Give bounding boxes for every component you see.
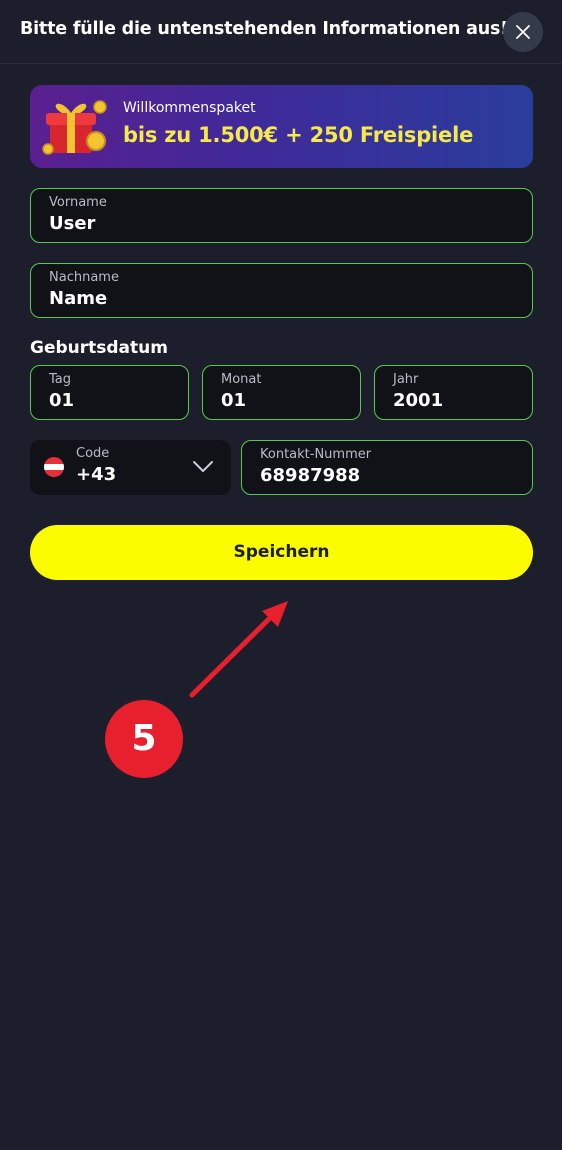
welcome-banner[interactable]: Willkommenspaket bis zu 1.500€ + 250 Fre… <box>30 85 533 168</box>
birth-month-value[interactable]: 01 <box>221 390 246 411</box>
phone-code-value: +43 <box>76 464 117 485</box>
last-name-field[interactable]: Nachname Name <box>30 263 533 318</box>
banner-offer: bis zu 1.500€ + 250 Freispiele <box>123 123 474 147</box>
header: Bitte fülle die untenstehenden Informati… <box>0 0 562 64</box>
birth-year-label: Jahr <box>393 372 419 387</box>
first-name-label: Vorname <box>49 195 107 210</box>
close-button[interactable] <box>503 12 543 52</box>
birth-year-field[interactable]: Jahr 2001 <box>374 365 533 420</box>
contact-number-value[interactable]: 68987988 <box>260 465 360 486</box>
austria-flag-icon <box>44 457 64 477</box>
birth-month-label: Monat <box>221 372 262 387</box>
page-title: Bitte fülle die untenstehenden Informati… <box>20 19 508 39</box>
last-name-value[interactable]: Name <box>49 288 107 309</box>
birth-day-field[interactable]: Tag 01 <box>30 365 189 420</box>
birth-year-value[interactable]: 2001 <box>393 390 443 411</box>
phone-code-label: Code <box>76 446 110 461</box>
first-name-field[interactable]: Vorname User <box>30 188 533 243</box>
gift-coins-icon <box>42 100 107 155</box>
save-button[interactable]: Speichern <box>30 525 533 580</box>
contact-number-field[interactable]: Kontakt-Nummer 68987988 <box>241 440 533 495</box>
first-name-value[interactable]: User <box>49 213 95 234</box>
banner-label: Willkommenspaket <box>123 100 256 116</box>
chevron-down-icon <box>193 461 213 472</box>
step-number-badge: 5 <box>105 700 183 778</box>
contact-number-label: Kontakt-Nummer <box>260 447 372 462</box>
birth-month-field[interactable]: Monat 01 <box>202 365 361 420</box>
close-icon <box>516 25 530 39</box>
annotation-arrow-icon <box>189 601 288 698</box>
last-name-label: Nachname <box>49 270 119 285</box>
birth-day-label: Tag <box>49 372 72 387</box>
birth-day-value[interactable]: 01 <box>49 390 74 411</box>
phone-code-select[interactable]: Code +43 <box>30 440 231 495</box>
birthdate-title: Geburtsdatum <box>30 338 168 358</box>
